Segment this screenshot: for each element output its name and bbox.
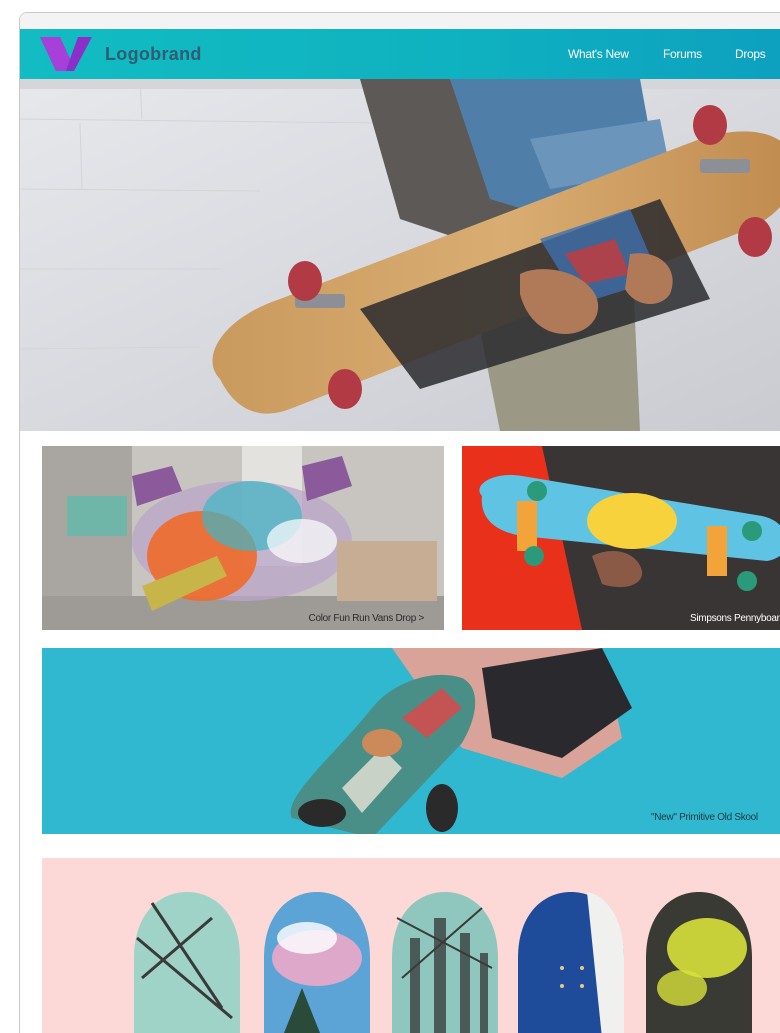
color-fun-run-caption[interactable]: Color Fun Run Vans Drop > (308, 613, 425, 624)
color-fun-run-image (42, 446, 444, 630)
hero-banner[interactable] (20, 79, 780, 431)
tile-primitive-old-skool[interactable]: "New" Primitive Old Skool (42, 648, 780, 834)
caption-arrow-icon: > (418, 613, 424, 624)
tile-color-fun-run[interactable]: Color Fun Run Vans Drop > (42, 446, 444, 630)
tile-simpsons-pennyboard[interactable]: Simpsons Pennyboard (462, 446, 780, 630)
primitive-caption[interactable]: "New" Primitive Old Skool (651, 812, 758, 823)
simpsons-pennyboard-image (462, 446, 780, 630)
deck-collection-image (42, 858, 780, 1033)
hero-image-longboard (20, 79, 780, 431)
window-top-strip (20, 13, 780, 30)
simpsons-caption[interactable]: Simpsons Pennyboard (690, 613, 780, 624)
primitive-old-skool-image (42, 648, 780, 834)
logo-v-mark-icon[interactable] (40, 37, 92, 71)
nav-whats-new[interactable]: What's New (568, 47, 629, 61)
site-header: Logobrand What's New Forums Drops (20, 29, 780, 79)
brand-name[interactable]: Logobrand (105, 44, 202, 65)
deck-collection-panel[interactable] (42, 858, 780, 1033)
color-fun-run-caption-text: Color Fun Run Vans Drop (308, 613, 417, 624)
nav-drops[interactable]: Drops (735, 47, 766, 61)
nav-forums[interactable]: Forums (663, 47, 702, 61)
browser-frame: Logobrand What's New Forums Drops Color … (19, 12, 780, 1033)
